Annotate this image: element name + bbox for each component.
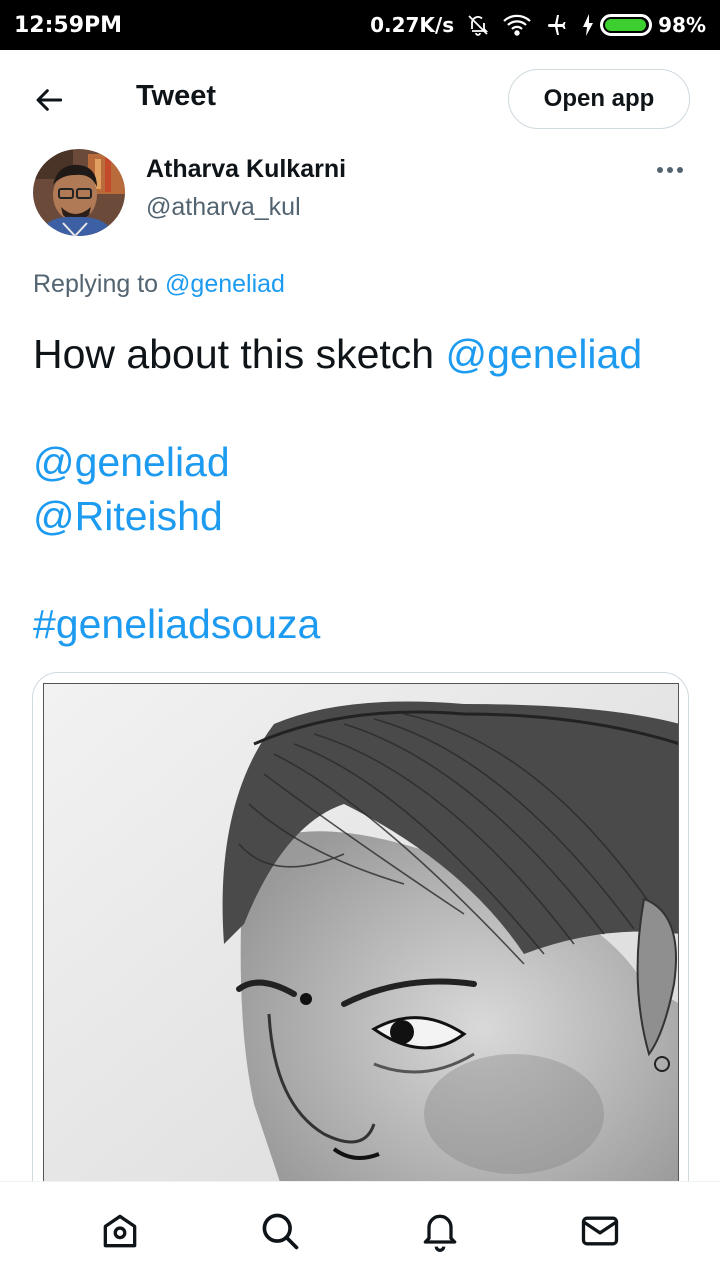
- more-dot: [667, 167, 673, 173]
- tweet-text-line-4: #geneliadsouza: [33, 604, 320, 645]
- sketch-image[interactable]: [43, 683, 679, 1223]
- bottom-navigation: [0, 1181, 720, 1280]
- nav-home[interactable]: [90, 1201, 150, 1261]
- battery-indicator: 98%: [582, 13, 706, 37]
- mention-link[interactable]: @Riteishd: [33, 493, 223, 539]
- tweet-text: How about this sketch: [33, 331, 446, 377]
- tweet-text-line-1: How about this sketch @geneliad: [33, 334, 642, 375]
- bell-off-icon: [466, 13, 490, 37]
- author-name[interactable]: Atharva Kulkarni: [146, 155, 346, 184]
- home-icon: [103, 1214, 137, 1248]
- back-button[interactable]: [30, 80, 70, 120]
- battery-icon: [600, 14, 653, 36]
- arrow-left-icon: [36, 89, 63, 111]
- open-app-button[interactable]: Open app: [508, 69, 690, 129]
- more-options-button[interactable]: [652, 158, 688, 182]
- nav-messages[interactable]: [570, 1201, 630, 1261]
- status-time: 12:59PM: [14, 12, 123, 38]
- tweet-text-line-3: @Riteishd: [33, 496, 223, 537]
- battery-fill: [605, 19, 647, 31]
- replying-prefix: Replying to: [33, 270, 159, 298]
- wifi-icon: [502, 13, 532, 37]
- nav-search[interactable]: [250, 1201, 310, 1261]
- battery-percent: 98%: [658, 13, 706, 37]
- replying-to-mention[interactable]: @geneliad: [165, 270, 285, 298]
- notifications-icon: [423, 1214, 457, 1252]
- messages-icon: [581, 1216, 619, 1246]
- status-bar: 12:59PM 0.27K/s 98%: [0, 0, 720, 50]
- avatar[interactable]: [33, 149, 125, 236]
- author-handle[interactable]: @atharva_kul: [146, 193, 301, 222]
- tweet-text-line-2: @geneliad: [33, 442, 230, 483]
- tweet-media[interactable]: [32, 672, 689, 1232]
- status-icons: 0.27K/s 98%: [370, 13, 706, 37]
- page-title: Tweet: [136, 80, 217, 112]
- mention-link[interactable]: @geneliad: [33, 439, 230, 485]
- search-icon: [262, 1213, 299, 1250]
- charging-icon: [583, 14, 594, 36]
- network-speed: 0.27K/s: [370, 13, 455, 37]
- hashtag-link[interactable]: #geneliadsouza: [33, 601, 320, 647]
- replying-to: Replying to @geneliad: [33, 270, 285, 299]
- more-dot: [677, 167, 683, 173]
- mention-link[interactable]: @geneliad: [445, 331, 642, 377]
- nav-notifications[interactable]: [410, 1201, 470, 1261]
- more-dot: [657, 167, 663, 173]
- airplane-icon: [544, 13, 570, 37]
- top-header: Tweet Open app: [0, 50, 720, 146]
